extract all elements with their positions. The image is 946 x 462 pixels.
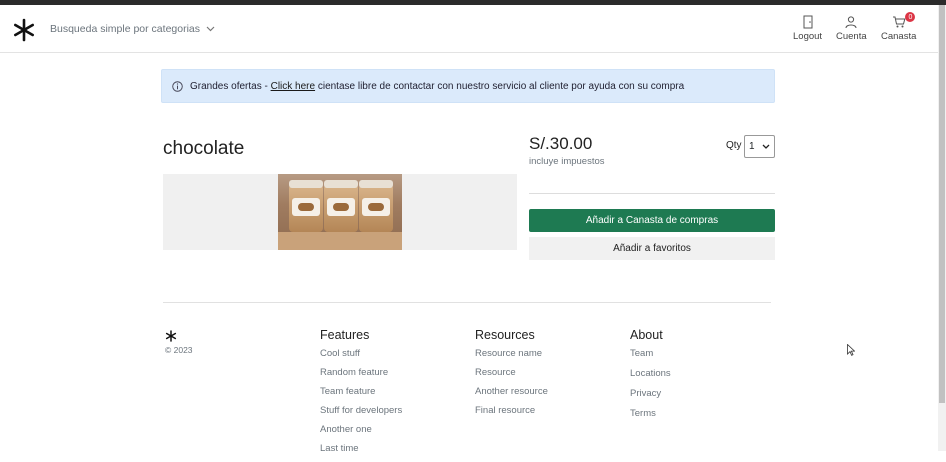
footer-column-title: About [630, 328, 663, 342]
footer-link[interactable]: Final resource [475, 405, 548, 424]
copyright: © 2023 [165, 345, 193, 355]
footer-link[interactable]: Team [630, 348, 671, 368]
footer-link[interactable]: Locations [630, 368, 671, 388]
navbar: Busqueda simple por categorias Logout Cu… [0, 5, 938, 53]
chevron-down-icon [762, 144, 770, 149]
qty-select[interactable]: 1 [744, 135, 775, 158]
scrollbar-thumb[interactable] [939, 5, 945, 403]
footer-link[interactable]: Last time [320, 443, 402, 462]
alert-suffix: cientase libre de contactar con nuestro … [315, 80, 685, 92]
footer-link[interactable]: Team feature [320, 386, 402, 405]
alert-prefix: Grandes ofertas - [190, 80, 271, 92]
info-icon [172, 80, 183, 92]
jar-graphic [289, 180, 323, 232]
category-search-dropdown[interactable]: Busqueda simple por categorias [50, 23, 215, 35]
user-icon [845, 16, 857, 29]
footer-link[interactable]: Another one [320, 424, 402, 443]
footer-link[interactable]: Privacy [630, 388, 671, 408]
tax-note: incluye impuestos [529, 156, 605, 167]
add-to-cart-button[interactable]: Añadir a Canasta de compras [529, 209, 775, 232]
footer-column-features: Features Cool stuff Random feature Team … [320, 328, 402, 462]
account-label: Cuenta [836, 31, 867, 42]
cart-button[interactable]: 0 Canasta [881, 12, 917, 42]
logout-label: Logout [793, 31, 823, 42]
product-title: chocolate [163, 138, 245, 159]
footer-link[interactable]: Stuff for developers [320, 405, 402, 424]
product-price: S/.30.00 [529, 134, 593, 153]
footer-column-title: Features [320, 328, 370, 342]
add-to-favorites-button[interactable]: Añadir a favoritos [529, 237, 775, 260]
footer-link[interactable]: Another resource [475, 386, 548, 405]
product-image-container [163, 174, 517, 250]
jar-graphic [324, 180, 358, 232]
category-search-label: Busqueda simple por categorias [50, 23, 201, 35]
logout-button[interactable]: Logout [793, 15, 822, 42]
asterisk-logo-icon[interactable] [12, 18, 36, 42]
footer-column-resources: Resources Resource name Resource Another… [475, 328, 548, 424]
footer-link[interactable]: Terms [630, 408, 671, 428]
footer-link[interactable]: Random feature [320, 367, 402, 386]
chevron-down-icon [206, 26, 215, 32]
qty-value: 1 [749, 141, 755, 152]
footer-column-about: About Team Locations Privacy Terms [630, 328, 671, 428]
alert-click-here-link[interactable]: Click here [271, 81, 315, 92]
footer-link[interactable]: Cool stuff [320, 348, 402, 367]
qty-label: Qty [726, 140, 742, 151]
jar-graphic [359, 180, 393, 232]
cart-count-badge: 0 [905, 12, 916, 22]
offers-alert: Grandes ofertas - Click here cientase li… [161, 69, 775, 103]
cart-label: Canasta [881, 31, 917, 42]
footer-link[interactable]: Resource [475, 367, 548, 386]
cart-icon [892, 16, 906, 28]
footer-link[interactable]: Resource name [475, 348, 548, 367]
product-image[interactable] [278, 174, 402, 250]
footer-column-title: Resources [475, 328, 535, 342]
footer-divider [163, 302, 771, 303]
asterisk-logo-icon [165, 330, 177, 342]
account-button[interactable]: Cuenta [836, 15, 867, 42]
mouse-pointer-icon [847, 344, 855, 356]
shelf-graphic [278, 232, 402, 250]
divider [529, 193, 775, 194]
page-scrollbar[interactable] [938, 5, 946, 451]
door-exit-icon [803, 15, 813, 29]
